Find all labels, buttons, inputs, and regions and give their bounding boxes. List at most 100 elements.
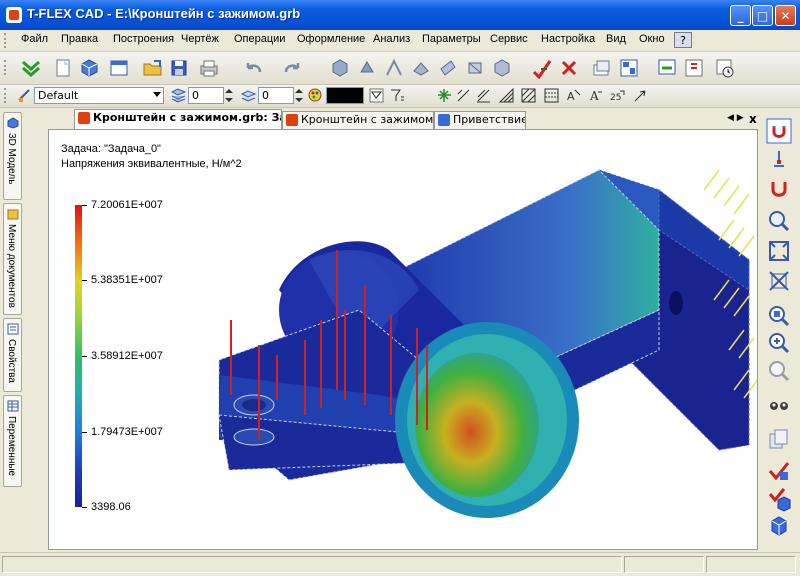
arrow-end-icon[interactable] [633, 88, 648, 103]
line-style-icon[interactable] [544, 88, 559, 103]
menu-design[interactable]: Оформление [297, 33, 365, 45]
tab-variables-label: Переменные [6, 416, 17, 477]
left-panel-tabs: 3D Модель Меню документов Свойства Перем… [0, 108, 24, 576]
zoom-fit-icon[interactable] [766, 238, 792, 264]
copy-views-icon[interactable] [766, 426, 792, 452]
tab-model-document[interactable]: Кронштейн с зажимом.grb [282, 111, 434, 129]
text-font-icon[interactable]: A [588, 88, 603, 103]
menu-drawing[interactable]: Чертёж [181, 33, 219, 45]
view-eyes-icon[interactable] [766, 393, 792, 419]
menu-window[interactable]: Окно [639, 33, 665, 45]
section-icon[interactable] [464, 57, 486, 79]
scale-value-min: 3398.06 [91, 501, 131, 513]
close-button[interactable]: ✕ [775, 5, 796, 26]
tab-properties[interactable]: Свойства [3, 318, 22, 392]
close-document-button[interactable]: x [749, 112, 757, 126]
level-field[interactable]: 0 [188, 87, 224, 104]
window-title: T-FLEX CAD - E:\Кронштейн с зажимом.grb [27, 6, 301, 21]
color-field[interactable] [326, 87, 364, 104]
apply-icon[interactable] [20, 57, 42, 79]
help-button[interactable]: ? [674, 32, 692, 48]
toolbar-grip[interactable] [4, 60, 9, 75]
window-icon[interactable] [108, 57, 130, 79]
undo-icon[interactable] [243, 57, 265, 79]
layers-icon[interactable] [591, 57, 613, 79]
save-icon[interactable] [168, 57, 190, 79]
scale-tick [82, 507, 87, 508]
menu-service[interactable]: Сервис [490, 33, 528, 45]
layer-stepper[interactable] [295, 88, 303, 103]
import-icon[interactable] [683, 57, 705, 79]
filter-funnel-icon[interactable] [390, 88, 405, 103]
hatch-icon[interactable] [498, 87, 514, 103]
tab-welcome[interactable]: Приветствие [434, 111, 526, 129]
view-3d-icon[interactable] [329, 57, 351, 79]
menu-view[interactable]: Вид [606, 33, 626, 45]
check-icon[interactable] [766, 458, 792, 484]
open-icon[interactable] [78, 57, 100, 79]
zoom-page-icon[interactable] [766, 303, 792, 329]
menu-analysis[interactable]: Анализ [373, 33, 410, 45]
folder-icon[interactable] [142, 57, 164, 79]
menu-grip[interactable] [4, 33, 9, 48]
face-icon[interactable] [410, 57, 432, 79]
layer-field-value: 0 [262, 89, 269, 102]
axis-icon[interactable] [383, 57, 405, 79]
maximize-button[interactable]: □ [752, 5, 773, 26]
print-icon[interactable] [198, 57, 220, 79]
zoom-out-icon[interactable] [766, 358, 792, 384]
new-icon[interactable] [52, 57, 74, 79]
rotate-icon[interactable] [356, 57, 378, 79]
tab-scroll-arrows[interactable]: ◀ ▶ [727, 113, 744, 123]
cube-icon[interactable] [491, 57, 513, 79]
app-logo-icon [6, 7, 22, 23]
mark-icon[interactable] [531, 57, 553, 80]
text-size-icon[interactable]: 25 [610, 88, 625, 103]
tab-variables[interactable]: Переменные [3, 395, 22, 487]
magnet-icon[interactable] [766, 118, 792, 144]
tab-task[interactable]: Кронштейн с зажимом.grb: Задача [74, 109, 282, 130]
text-a-icon[interactable]: A [566, 88, 581, 103]
layer-field[interactable]: 0 [258, 87, 294, 104]
export-icon[interactable] [656, 57, 678, 79]
level-field-value: 0 [192, 89, 199, 102]
menu-construct[interactable]: Построения [113, 33, 174, 45]
timer-icon[interactable] [714, 57, 736, 79]
snap-grid-icon[interactable] [437, 88, 452, 103]
tab-documents-menu-label: Меню документов [6, 224, 17, 308]
redo-icon[interactable] [281, 57, 303, 79]
tab-3d-model-label: 3D Модель [6, 133, 17, 185]
properties-icon[interactable] [618, 57, 640, 79]
task-label: Задача: "Задача_0" [61, 143, 161, 155]
menu-operations[interactable]: Операции [234, 33, 285, 45]
snap-point-icon[interactable] [456, 88, 471, 103]
cube-icon[interactable] [766, 513, 792, 539]
menu-edit[interactable]: Правка [61, 33, 98, 45]
plane-icon[interactable] [437, 57, 459, 79]
zoom-window-icon[interactable] [766, 208, 792, 234]
tab-documents-menu[interactable]: Меню документов [3, 203, 22, 315]
check-cube-icon[interactable] [766, 486, 792, 512]
menu-parameters[interactable]: Параметры [422, 33, 481, 45]
tab-model-document-label: Кронштейн с зажимом.grb [301, 113, 434, 126]
dimension-icon[interactable] [476, 88, 491, 103]
minimize-button[interactable]: _ [730, 5, 751, 26]
delete-icon[interactable] [558, 57, 580, 79]
zoom-extents-icon[interactable] [766, 268, 792, 294]
model-viewport[interactable]: Задача: "Задача_0" Напряжения эквивалент… [48, 129, 758, 550]
toolbar2-grip[interactable] [4, 88, 9, 103]
zoom-in-icon[interactable] [766, 330, 792, 356]
snap-icon[interactable] [766, 148, 792, 174]
bracket-stress-model[interactable] [159, 150, 758, 550]
stress-color-scale [75, 205, 82, 507]
menu-settings[interactable]: Настройка [541, 33, 595, 45]
style-combo[interactable]: Default [34, 87, 164, 104]
tab-3d-model[interactable]: 3D Модель [3, 112, 22, 200]
attract-icon[interactable] [766, 176, 792, 202]
menu-file[interactable]: Файл [21, 33, 48, 45]
svg-text:25: 25 [610, 93, 621, 103]
filter-icon[interactable] [369, 88, 384, 103]
level-stepper[interactable] [225, 88, 233, 103]
fill-icon[interactable] [521, 88, 536, 103]
title-bar[interactable]: T-FLEX CAD - E:\Кронштейн с зажимом.grb … [0, 0, 800, 30]
